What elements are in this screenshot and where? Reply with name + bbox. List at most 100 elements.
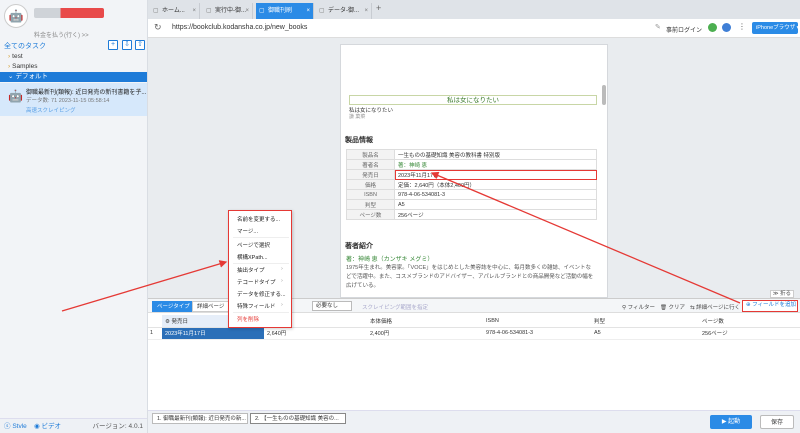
menu-item-rename[interactable]: 名前を変更する... bbox=[237, 215, 280, 223]
task-mode-badge: 高速スクレイピング bbox=[26, 108, 76, 114]
task-meta: データ数: 71 2023-11-15 05:58:14 bbox=[26, 98, 110, 104]
tree-item-samples[interactable]: › Samples bbox=[0, 62, 147, 72]
tree-item-default[interactable]: ⌄ デフォルト bbox=[0, 72, 147, 82]
menu-item-delete-column[interactable]: 列を削除 bbox=[237, 315, 259, 323]
status-icon[interactable] bbox=[708, 23, 717, 32]
table-row[interactable]: 判型 A5 bbox=[346, 199, 597, 210]
workflow-step-1[interactable]: 1. 御職最新刊(類報): 近日発売の新... bbox=[152, 413, 248, 424]
selected-release-date[interactable]: 2023年11月17日 bbox=[394, 169, 597, 180]
product-info-heading[interactable]: 製品情報 bbox=[345, 135, 373, 145]
tab-detail-page[interactable]: 詳細ページ bbox=[192, 301, 230, 312]
scrollbar[interactable] bbox=[602, 85, 606, 105]
plus-circle-icon: ⊕ bbox=[746, 302, 751, 308]
style-link[interactable]: ⓢ Stvle bbox=[4, 419, 27, 433]
book-image[interactable]: 私は女になりたい bbox=[349, 95, 597, 105]
menu-divider bbox=[233, 237, 289, 238]
table-row[interactable]: ページ数 256ページ bbox=[346, 209, 597, 220]
close-icon[interactable]: × bbox=[192, 3, 196, 19]
tab-running[interactable]: ▢ 実行中-御... × bbox=[203, 3, 253, 19]
close-icon[interactable]: × bbox=[137, 87, 141, 94]
menu-item-decode-type[interactable]: テコードタイプ › bbox=[237, 278, 283, 286]
web-page: 私は女になりたい 私は女になりたい 謙 菓菜 製品情報 製品名 一生ものの基礎知識… bbox=[340, 44, 608, 298]
import-icon[interactable]: ⇩ bbox=[122, 40, 132, 50]
more-icon[interactable]: ⋮ bbox=[738, 22, 746, 31]
edit-icon[interactable]: ✎ bbox=[655, 23, 661, 31]
table-row[interactable]: ISBN 978-4-06-534081-3 bbox=[346, 189, 597, 200]
export-icon[interactable]: ⇧ bbox=[135, 40, 145, 50]
pre-login-button[interactable]: 事前ログイン bbox=[666, 25, 702, 34]
product-info-table: 製品名 一生ものの基礎知識 美容の教科書 特別版 著者名 著：神崎 恵 発売日 202… bbox=[346, 149, 597, 220]
workflow-bar: 1. 御職最新刊(類報): 近日発売の新... 2. 【一生ものの基礎知識 美容… bbox=[148, 410, 800, 433]
close-icon[interactable]: × bbox=[364, 3, 368, 19]
chevron-down-icon: ⌄ bbox=[8, 73, 14, 80]
author-bio[interactable]: 1975年生まれ。美容家。「VOCE」をはじめとした美容誌を中心に、毎月数多くの… bbox=[346, 264, 596, 291]
upgrade-link[interactable]: 料金を払う(行く) >> bbox=[34, 30, 89, 39]
column-context-menu: 名前を変更する... マージ... ページで選択 横構XPath... 抽出タイ… bbox=[228, 210, 292, 328]
menu-item-extract-type[interactable]: 抽出タイプ › bbox=[237, 266, 283, 274]
tab-data[interactable]: ▢ データ-御... × bbox=[316, 3, 372, 19]
menu-item-special-field[interactable]: 特殊フィールド › bbox=[237, 302, 283, 310]
book-author[interactable]: 謙 菓菜 bbox=[349, 113, 365, 120]
new-tab-icon[interactable]: + bbox=[376, 3, 381, 13]
clear-button[interactable]: 🗑 クリア bbox=[660, 303, 685, 311]
author-heading[interactable]: 著者紹介 bbox=[345, 241, 373, 251]
menu-divider bbox=[233, 312, 289, 313]
link-icon: ⇆ bbox=[690, 305, 695, 311]
video-link[interactable]: ◉ ビデオ bbox=[34, 419, 61, 433]
chevron-right-icon: › bbox=[281, 278, 283, 284]
menu-item-select-in-page[interactable]: ページで選択 bbox=[237, 241, 270, 249]
address-bar: ↻ https://bookclub.kodansha.co.jp/new_bo… bbox=[148, 19, 800, 38]
menu-divider bbox=[233, 263, 289, 264]
workflow-step-2[interactable]: 2. 【一生ものの基礎知識 美容の... bbox=[250, 413, 346, 424]
reload-icon[interactable]: ↻ bbox=[154, 22, 162, 33]
page-icon: ▢ bbox=[206, 8, 212, 14]
task-item[interactable]: 🤖 御職最新刊(類報): 近日発売の新刊書籍を子... データ数: 71 202… bbox=[0, 83, 147, 116]
close-icon[interactable]: × bbox=[306, 3, 310, 19]
table-row[interactable]: 発売日 2023年11月17日 bbox=[346, 169, 597, 180]
menu-item-modify-data[interactable]: データを修正する... bbox=[237, 290, 286, 298]
save-button[interactable]: 保存 bbox=[760, 415, 794, 429]
menu-item-merge[interactable]: マージ... bbox=[237, 227, 258, 235]
close-icon[interactable]: × bbox=[245, 3, 249, 19]
tab-home[interactable]: ▢ ホーム... × bbox=[150, 3, 200, 19]
tab-current-page[interactable]: ▢ 御職刊刷 × bbox=[256, 3, 314, 19]
table-row[interactable]: 製品名 一生ものの基礎知識 美容の教科書 特別版 bbox=[346, 149, 597, 160]
filter-icon: ⚲ bbox=[622, 305, 627, 311]
sidebar: 🤖 料金を払う(行く) >> 全てのタスク + ⇩ ⇧ › test › Sampl… bbox=[0, 0, 148, 433]
table-row[interactable]: 著者名 著：神崎 恵 bbox=[346, 159, 597, 170]
scrape-range-link[interactable]: スクレイピング範囲を指定 bbox=[362, 303, 428, 311]
url-field[interactable]: https://bookclub.kodansha.co.jp/new_book… bbox=[172, 24, 307, 31]
goto-detail-button[interactable]: ⇆ 詳細ページに行く bbox=[690, 303, 740, 311]
collapse-button[interactable]: ≫ 折る bbox=[769, 290, 794, 298]
menu-item-xpath[interactable]: 横構XPath... bbox=[237, 253, 268, 261]
chevron-right-icon: › bbox=[281, 302, 283, 308]
browser-tab-bar: ▢ ホーム... × ▢ 実行中-御... × ▢ 御職刊刷 × ▢ データ-御... × + bbox=[148, 0, 800, 19]
username-redacted bbox=[34, 8, 104, 18]
chevron-right-icon: › bbox=[281, 266, 283, 272]
version-label: バージョン: 4.0.1 bbox=[92, 423, 143, 430]
globe-icon[interactable] bbox=[722, 23, 731, 32]
folder-icon: › bbox=[8, 53, 11, 60]
page-icon: ▢ bbox=[259, 8, 265, 14]
new-folder-icon[interactable]: + bbox=[108, 40, 118, 50]
browser-mode-select[interactable]: iPhoneブラウザ ▾ bbox=[752, 22, 799, 34]
tab-page-type[interactable]: ページタイプ bbox=[152, 301, 195, 312]
page-icon: ▢ bbox=[319, 8, 325, 14]
task-title: 御職最新刊(類報): 近日発売の新刊書籍を子... bbox=[26, 90, 147, 96]
run-button[interactable]: ▶ 起動 bbox=[710, 415, 752, 429]
folder-icon: › bbox=[8, 63, 11, 70]
author-name[interactable]: 著：神崎 恵（カンザキ メグミ） bbox=[346, 254, 433, 263]
sidebar-footer: ⓢ Stvle ◉ ビデオ バージョン: 4.0.1 bbox=[0, 418, 147, 433]
filter-button[interactable]: ⚲ フィルター bbox=[622, 303, 655, 311]
trash-icon: 🗑 bbox=[660, 305, 667, 311]
tree-item-test[interactable]: › test bbox=[0, 52, 147, 62]
table-row[interactable]: 1 2023年11月17日 2,640円 2,400円 978-4-06-534… bbox=[148, 327, 800, 340]
logo-icon: 🤖 bbox=[4, 4, 28, 28]
app-window: 🤖 料金を払う(行く) >> 全てのタスク + ⇩ ⇧ › test › Sampl… bbox=[0, 0, 800, 433]
option-select[interactable]: 必要なし bbox=[312, 301, 352, 311]
add-field-button[interactable]: ⊕ フィールドを追加 bbox=[742, 300, 798, 312]
table-row[interactable]: 価格 定価：2,640円（本体2,400円） bbox=[346, 179, 597, 190]
page-icon: ▢ bbox=[153, 8, 159, 14]
all-tasks-link[interactable]: 全てのタスク bbox=[4, 41, 46, 51]
robot-icon: 🤖 bbox=[8, 89, 23, 103]
